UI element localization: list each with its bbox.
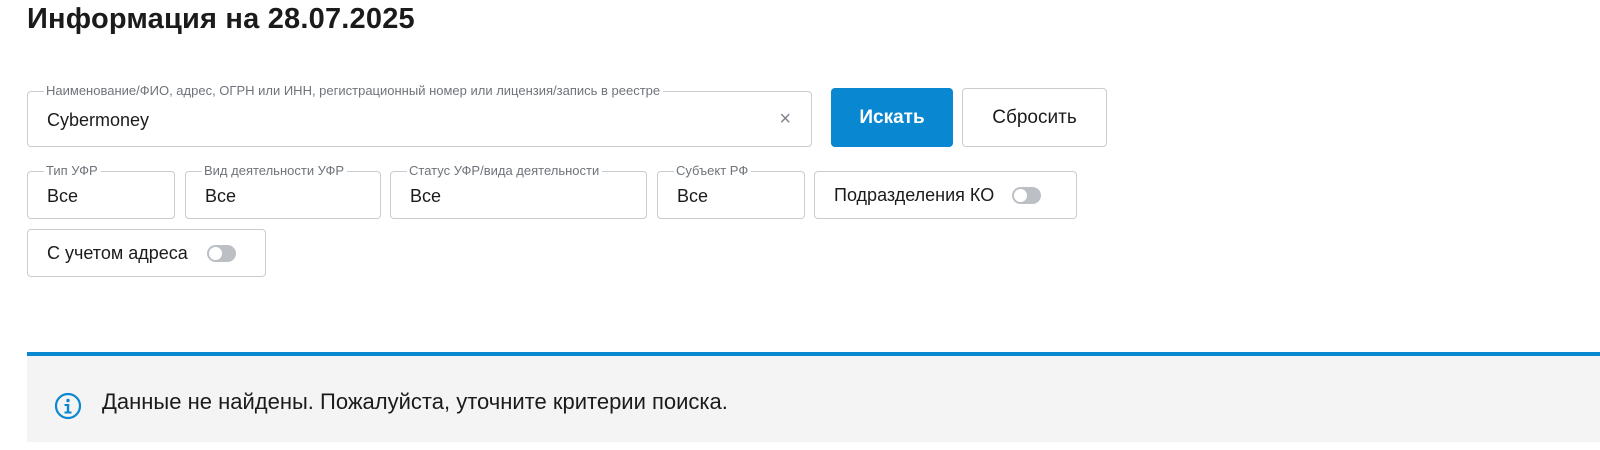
no-results-notice: Данные не найдены. Пожалуйста, уточните …	[27, 352, 1600, 442]
filter-activity-select[interactable]: Вид деятельности УФР Все	[185, 163, 381, 219]
filter-status-value: Все	[410, 186, 442, 206]
ko-divisions-toggle[interactable]	[1012, 186, 1042, 204]
filter-type-value: Все	[47, 186, 79, 206]
with-address-label: С учетом адреса	[47, 242, 188, 263]
ko-divisions-label: Подразделения КО	[834, 184, 995, 205]
ko-divisions-toggle-box: Подразделения КО	[814, 171, 1077, 219]
search-button[interactable]: Искать	[831, 88, 953, 147]
filter-subject-value: Все	[677, 186, 709, 206]
filter-status-label: Статус УФР/вида деятельности	[407, 163, 603, 179]
filter-type-select[interactable]: Тип УФР Все	[27, 163, 175, 219]
with-address-toggle-box: С учетом адреса	[27, 229, 266, 277]
filter-type-label: Тип УФР	[44, 163, 101, 179]
search-field-label: Наименование/ФИО, адрес, ОГРН или ИНН, р…	[44, 83, 664, 99]
notice-text: Данные не найдены. Пожалуйста, уточните …	[102, 389, 728, 414]
filter-subject-label: Субъект РФ	[674, 163, 752, 179]
close-icon[interactable]: ×	[779, 109, 791, 129]
search-input[interactable]: Cybermoney	[47, 110, 149, 131]
page-title: Информация на 28.07.2025	[27, 3, 415, 35]
filter-activity-label: Вид деятельности УФР	[202, 163, 348, 179]
reset-button[interactable]: Сбросить	[962, 88, 1107, 147]
filter-activity-value: Все	[205, 186, 237, 206]
page: Информация на 28.07.2025 Наименование/ФИ…	[0, 0, 1600, 450]
filter-status-select[interactable]: Статус УФР/вида деятельности Все	[390, 163, 647, 219]
info-icon	[54, 392, 82, 420]
filter-subject-select[interactable]: Субъект РФ Все	[657, 163, 805, 219]
with-address-toggle[interactable]	[206, 244, 236, 262]
search-field[interactable]: Наименование/ФИО, адрес, ОГРН или ИНН, р…	[27, 83, 812, 147]
